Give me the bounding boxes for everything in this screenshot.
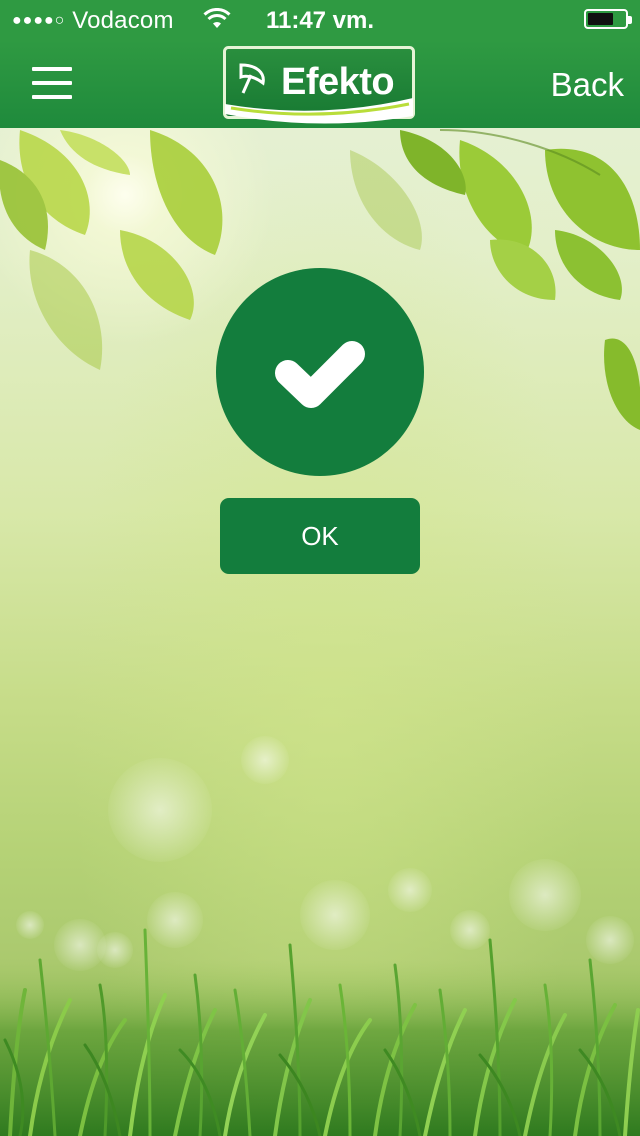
battery-tip	[628, 16, 632, 24]
logo-text: Efekto	[281, 61, 395, 103]
hamburger-menu-button[interactable]	[32, 67, 72, 99]
menu-line	[32, 67, 72, 71]
success-indicator	[216, 268, 424, 476]
back-button[interactable]: Back	[551, 66, 624, 104]
battery-level-fill	[588, 13, 613, 25]
checkmark-icon	[275, 341, 365, 408]
status-time: 11:47 vm.	[265, 7, 375, 34]
menu-line	[32, 81, 72, 85]
efekto-logo: Efekto	[223, 46, 415, 126]
status-bar: ●●●●○ Vodacom 11:47 vm.	[0, 0, 640, 40]
leaves-top-left	[0, 130, 223, 370]
navigation-bar: Efekto Back	[0, 40, 640, 128]
battery-icon	[584, 9, 632, 29]
menu-line	[32, 95, 72, 99]
bokeh-lights	[16, 736, 634, 971]
ok-button[interactable]: OK	[220, 498, 420, 574]
